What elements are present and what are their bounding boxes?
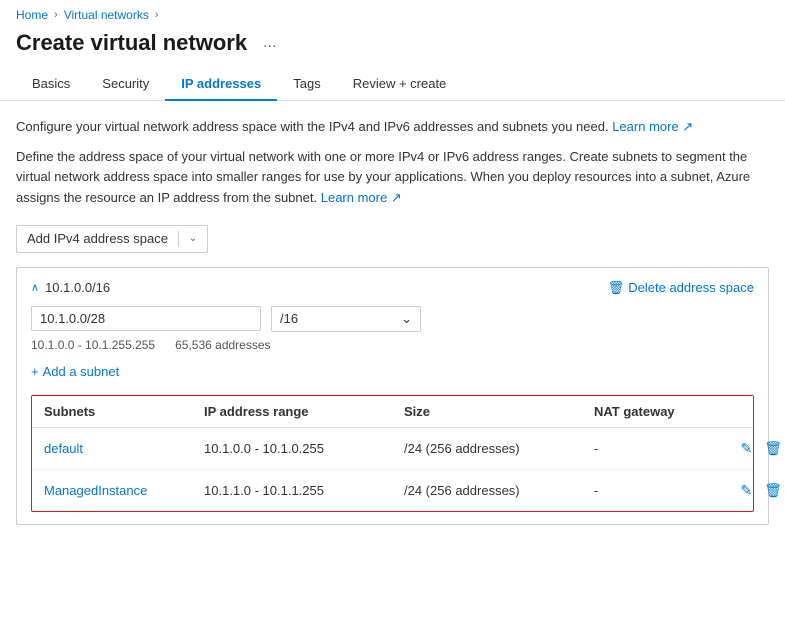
col-nat: NAT gateway bbox=[594, 404, 724, 419]
col-size: Size bbox=[404, 404, 594, 419]
page-title-row: Create virtual network ... bbox=[0, 26, 785, 68]
chevron-down-icon: ⌄ bbox=[189, 233, 197, 244]
address-input-row: /16 ⌄ bbox=[31, 306, 754, 332]
address-input[interactable] bbox=[31, 306, 261, 331]
subnet-size-default: /24 (256 addresses) bbox=[404, 441, 594, 456]
delete-subnet-button-default[interactable]: 🗑 bbox=[762, 438, 784, 459]
breadcrumb-sep2: › bbox=[155, 9, 159, 21]
delete-subnet-button-managed[interactable]: 🗑 bbox=[762, 480, 784, 501]
tabs-nav: Basics Security IP addresses Tags Review… bbox=[0, 68, 785, 101]
subnet-ip-range-managed: 10.1.1.0 - 10.1.1.255 bbox=[204, 483, 404, 498]
col-ip-range: IP address range bbox=[204, 404, 404, 419]
page-title: Create virtual network bbox=[16, 30, 247, 56]
edit-subnet-button-default[interactable]: ✎ bbox=[738, 438, 754, 459]
main-content: Configure your virtual network address s… bbox=[0, 101, 785, 545]
add-subnet-label: Add a subnet bbox=[43, 364, 120, 379]
breadcrumb-home[interactable]: Home bbox=[16, 8, 48, 22]
add-subnet-button[interactable]: + Add a subnet bbox=[31, 362, 119, 381]
address-space-box: ∧ 10.1.0.0/16 🗑 Delete address space /16… bbox=[16, 267, 769, 525]
button-divider bbox=[178, 231, 179, 247]
info-text-1: Configure your virtual network address s… bbox=[16, 117, 769, 137]
address-range: 10.1.0.0 - 10.1.255.255 bbox=[31, 338, 155, 352]
tab-tags[interactable]: Tags bbox=[277, 68, 336, 101]
subnet-ip-range-default: 10.1.0.0 - 10.1.0.255 bbox=[204, 441, 404, 456]
delete-label: Delete address space bbox=[628, 280, 754, 295]
address-space-title: 10.1.0.0/16 bbox=[45, 280, 110, 295]
subnet-table-header: Subnets IP address range Size NAT gatewa… bbox=[32, 396, 753, 428]
table-row: default 10.1.0.0 - 10.1.0.255 /24 (256 a… bbox=[32, 428, 753, 470]
subnet-name-default[interactable]: default bbox=[44, 441, 204, 456]
address-title: ∧ 10.1.0.0/16 bbox=[31, 280, 110, 295]
add-ipv4-label: Add IPv4 address space bbox=[27, 231, 168, 246]
breadcrumb: Home › Virtual networks › bbox=[0, 0, 785, 26]
breadcrumb-virtual-networks[interactable]: Virtual networks bbox=[64, 8, 149, 22]
select-chevron-icon: ⌄ bbox=[401, 311, 412, 327]
info-block: Define the address space of your virtual… bbox=[16, 147, 769, 209]
address-header: ∧ 10.1.0.0/16 🗑 Delete address space bbox=[31, 280, 754, 296]
subnet-size-managed: /24 (256 addresses) bbox=[404, 483, 594, 498]
tab-review-create[interactable]: Review + create bbox=[337, 68, 463, 101]
collapse-icon[interactable]: ∧ bbox=[31, 281, 39, 294]
tab-security[interactable]: Security bbox=[86, 68, 165, 101]
col-subnets: Subnets bbox=[44, 404, 204, 419]
subnet-table: Subnets IP address range Size NAT gatewa… bbox=[31, 395, 754, 512]
prefix-value: /16 bbox=[280, 311, 298, 326]
add-ipv4-button[interactable]: Add IPv4 address space ⌄ bbox=[16, 225, 208, 253]
table-row: ManagedInstance 10.1.1.0 - 10.1.1.255 /2… bbox=[32, 470, 753, 511]
row-actions-managed: ✎ 🗑 bbox=[724, 480, 784, 501]
learn-more-link-1[interactable]: Learn more ↗ bbox=[612, 119, 693, 134]
address-info: 10.1.0.0 - 10.1.255.255 65,536 addresses bbox=[31, 338, 754, 352]
delete-address-space-link[interactable]: 🗑 Delete address space bbox=[608, 280, 754, 296]
subnet-nat-default: - bbox=[594, 441, 724, 456]
trash-icon: 🗑 bbox=[608, 280, 625, 296]
tab-basics[interactable]: Basics bbox=[16, 68, 86, 101]
col-actions bbox=[724, 404, 784, 419]
learn-more-link-2[interactable]: Learn more ↗ bbox=[321, 190, 402, 205]
subnet-nat-managed: - bbox=[594, 483, 724, 498]
tab-ip-addresses[interactable]: IP addresses bbox=[165, 68, 277, 101]
plus-icon: + bbox=[31, 364, 39, 379]
subnet-name-managed[interactable]: ManagedInstance bbox=[44, 483, 204, 498]
edit-subnet-button-managed[interactable]: ✎ bbox=[738, 480, 754, 501]
row-actions-default: ✎ 🗑 bbox=[724, 438, 784, 459]
prefix-select[interactable]: /16 ⌄ bbox=[271, 306, 421, 332]
ellipsis-button[interactable]: ... bbox=[257, 32, 282, 54]
breadcrumb-sep1: › bbox=[54, 9, 58, 21]
address-count: 65,536 addresses bbox=[175, 338, 270, 352]
